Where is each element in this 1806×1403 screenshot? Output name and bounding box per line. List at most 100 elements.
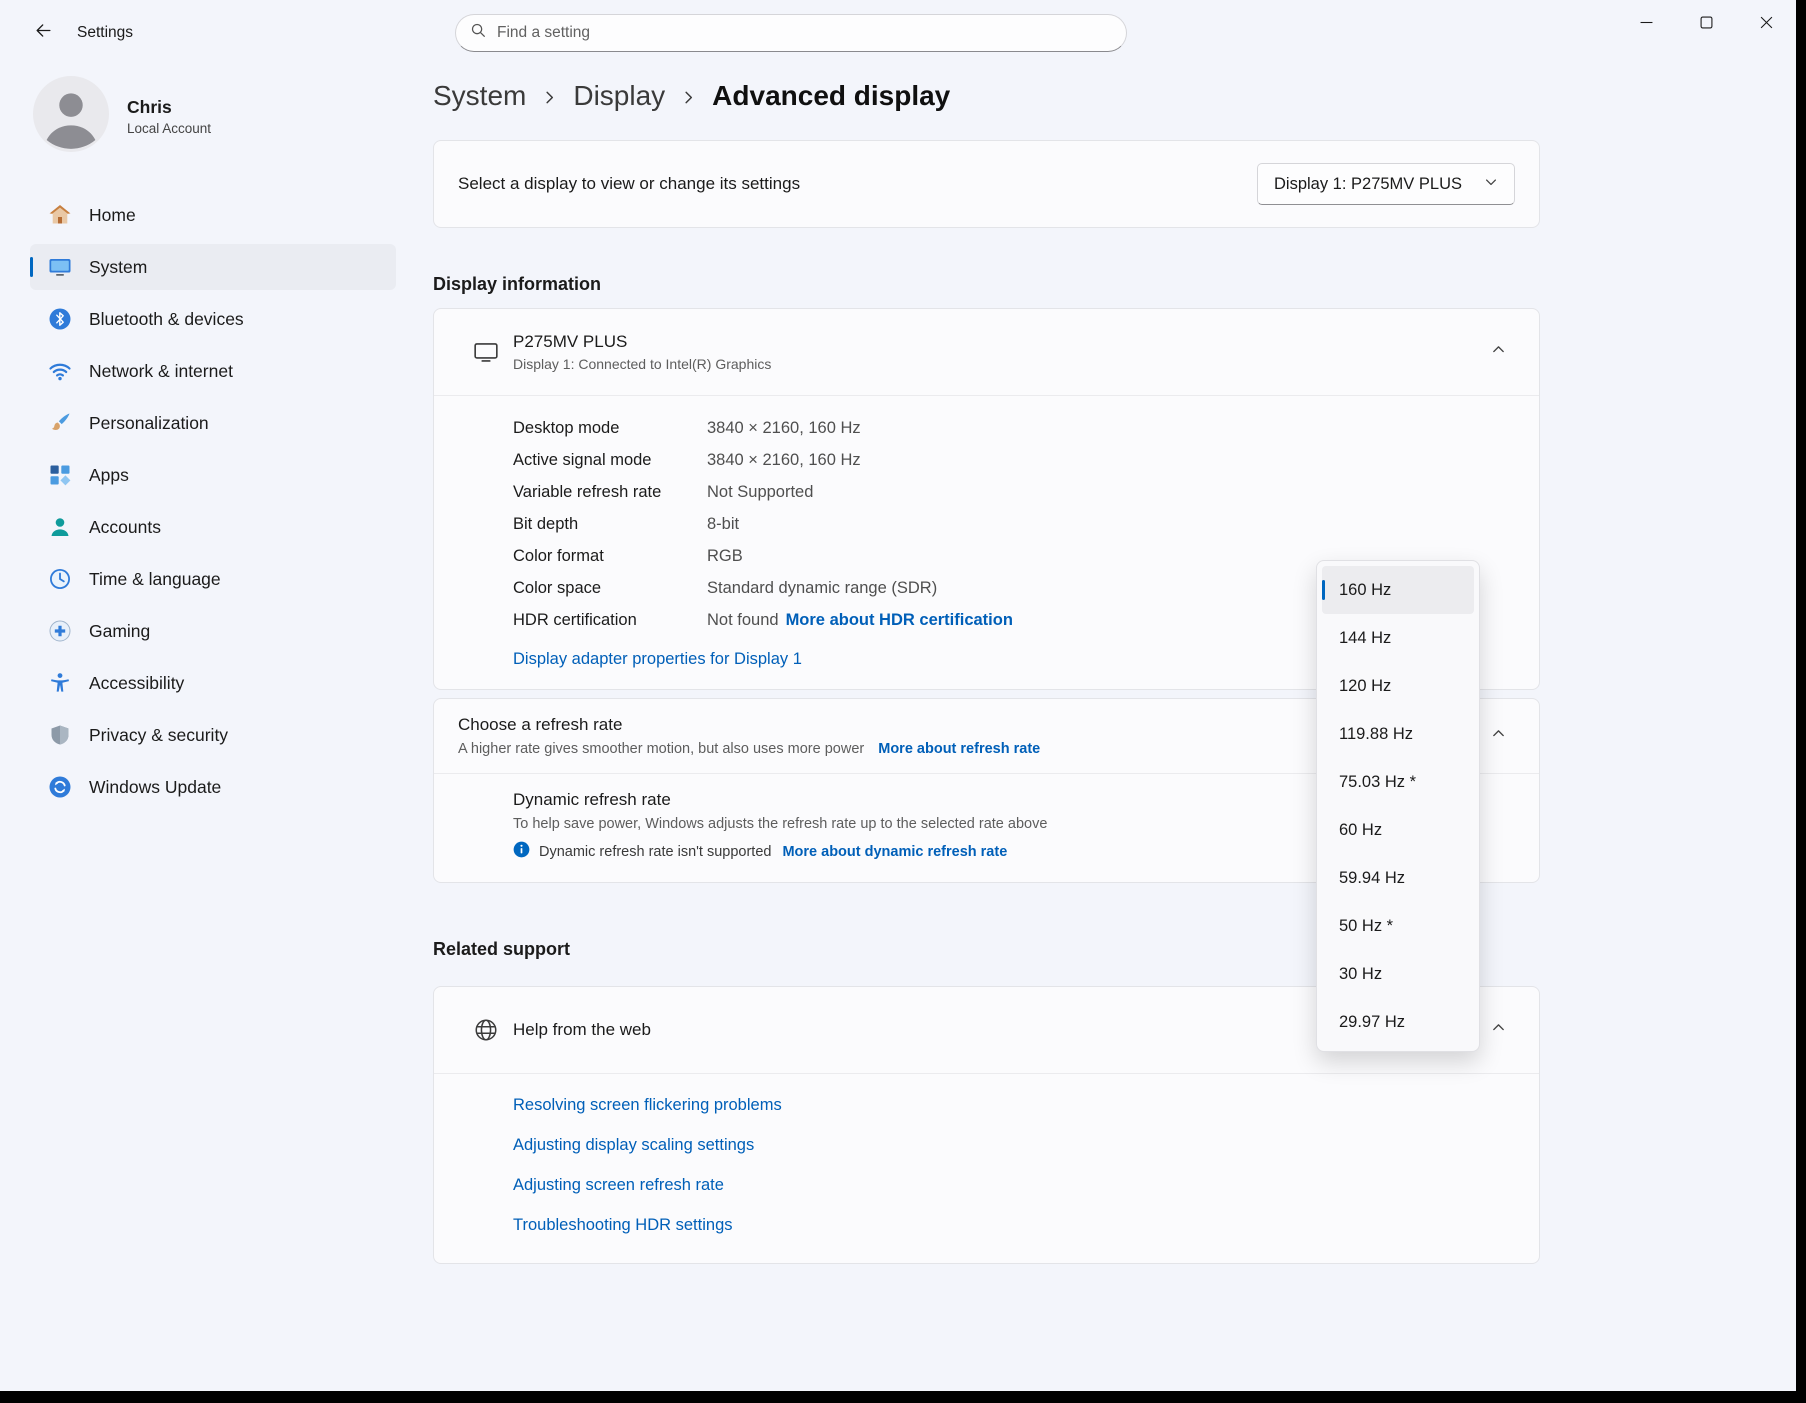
display-device-subtitle: Display 1: Connected to Intel(R) Graphic… (513, 356, 1481, 372)
breadcrumb: System Display Advanced display (433, 80, 1540, 112)
chevron-up-icon (1491, 726, 1506, 746)
display-info-header[interactable]: P275MV PLUS Display 1: Connected to Inte… (434, 309, 1539, 395)
sidebar-item-network[interactable]: Network & internet (30, 348, 396, 394)
sidebar-item-time-language[interactable]: Time & language (30, 556, 396, 602)
sidebar-item-label: Accounts (89, 517, 161, 538)
wifi-icon (48, 359, 72, 383)
flyout-option-29-97hz[interactable]: 29.97 Hz (1322, 998, 1474, 1046)
apps-icon (48, 463, 72, 487)
collapse-help-button[interactable] (1481, 1015, 1515, 1045)
display-information-heading: Display information (433, 274, 1540, 295)
sidebar-nav: Home System Bluetooth & devices Network … (30, 192, 396, 810)
sidebar-item-label: Privacy & security (89, 725, 228, 746)
sidebar-item-label: Windows Update (89, 777, 221, 798)
display-device-name: P275MV PLUS (513, 332, 1481, 352)
sidebar-item-windows-update[interactable]: Windows Update (30, 764, 396, 810)
monitor-icon (473, 339, 499, 365)
back-arrow-icon (34, 21, 53, 45)
chevron-right-icon (681, 90, 696, 105)
flyout-option-119-88hz[interactable]: 119.88 Hz (1322, 710, 1474, 758)
display-select-dropdown[interactable]: Display 1: P275MV PLUS (1257, 163, 1515, 205)
maximize-icon (1700, 16, 1713, 29)
sidebar-item-label: Personalization (89, 413, 209, 434)
sidebar-item-personalization[interactable]: Personalization (30, 400, 396, 446)
back-button[interactable] (26, 18, 60, 48)
brush-icon (48, 411, 72, 435)
refresh-rate-flyout: 160 Hz 144 Hz 120 Hz 119.88 Hz 75.03 Hz … (1316, 560, 1480, 1052)
info-row-bit-depth: Bit depth 8-bit (513, 508, 1515, 540)
user-account-type: Local Account (127, 121, 211, 136)
sidebar: Chris Local Account Home System Bluetoot… (0, 66, 400, 1391)
window-controls (1616, 0, 1796, 44)
search-icon (470, 22, 487, 44)
globe-icon (473, 1017, 499, 1043)
user-profile[interactable]: Chris Local Account (33, 76, 400, 156)
refresh-rate-subtitle: A higher rate gives smoother motion, but… (458, 741, 864, 757)
sidebar-item-accounts[interactable]: Accounts (30, 504, 396, 550)
minimize-button[interactable] (1616, 0, 1676, 44)
info-row-desktop-mode: Desktop mode 3840 × 2160, 160 Hz (513, 412, 1515, 444)
sidebar-item-label: Gaming (89, 621, 150, 642)
system-icon (48, 255, 72, 279)
bluetooth-icon (48, 307, 72, 331)
flyout-option-30hz[interactable]: 30 Hz (1322, 950, 1474, 998)
sidebar-item-bluetooth[interactable]: Bluetooth & devices (30, 296, 396, 342)
flyout-option-60hz[interactable]: 60 Hz (1322, 806, 1474, 854)
sidebar-item-apps[interactable]: Apps (30, 452, 396, 498)
info-row-active-signal-mode: Active signal mode 3840 × 2160, 160 Hz (513, 444, 1515, 476)
close-button[interactable] (1736, 0, 1796, 44)
sidebar-item-label: System (89, 257, 147, 278)
search-box[interactable] (455, 14, 1127, 52)
more-about-refresh-rate-link[interactable]: More about refresh rate (878, 741, 1040, 757)
sidebar-item-home[interactable]: Home (30, 192, 396, 238)
breadcrumb-system[interactable]: System (433, 80, 526, 112)
collapse-display-info-button[interactable] (1481, 337, 1515, 367)
sidebar-item-gaming[interactable]: Gaming (30, 608, 396, 654)
chevron-right-icon (542, 90, 557, 105)
clock-icon (48, 567, 72, 591)
help-links: Resolving screen flickering problems Adj… (434, 1074, 1539, 1263)
collapse-refresh-rate-button[interactable] (1481, 721, 1515, 751)
select-display-card: Select a display to view or change its s… (433, 140, 1540, 228)
display-select-value: Display 1: P275MV PLUS (1274, 175, 1462, 194)
hdr-certification-link[interactable]: More about HDR certification (786, 611, 1013, 630)
flyout-option-144hz[interactable]: 144 Hz (1322, 614, 1474, 662)
sidebar-item-system[interactable]: System (30, 244, 396, 290)
more-about-dynamic-refresh-rate-link[interactable]: More about dynamic refresh rate (782, 844, 1007, 860)
flyout-option-160hz[interactable]: 160 Hz (1322, 566, 1474, 614)
sidebar-item-label: Home (89, 205, 136, 226)
help-link-scaling[interactable]: Adjusting display scaling settings (513, 1136, 1515, 1155)
minimize-icon (1640, 16, 1653, 29)
chevron-up-icon (1491, 342, 1506, 362)
sidebar-item-label: Bluetooth & devices (89, 309, 244, 330)
sidebar-item-label: Apps (89, 465, 129, 486)
help-link-hdr[interactable]: Troubleshooting HDR settings (513, 1216, 1515, 1235)
avatar (33, 76, 109, 157)
person-icon (48, 515, 72, 539)
update-icon (48, 775, 72, 799)
dynamic-refresh-rate-status: Dynamic refresh rate isn't supported (539, 844, 771, 860)
sidebar-item-label: Time & language (89, 569, 221, 590)
help-link-refresh-rate[interactable]: Adjusting screen refresh rate (513, 1176, 1515, 1195)
page-title: Advanced display (712, 80, 950, 112)
chevron-up-icon (1491, 1020, 1506, 1040)
user-name: Chris (127, 97, 211, 118)
sidebar-item-accessibility[interactable]: Accessibility (30, 660, 396, 706)
flyout-option-120hz[interactable]: 120 Hz (1322, 662, 1474, 710)
info-icon (513, 841, 530, 862)
flyout-option-75-03hz[interactable]: 75.03 Hz * (1322, 758, 1474, 806)
flyout-option-50hz[interactable]: 50 Hz * (1322, 902, 1474, 950)
sidebar-item-label: Accessibility (89, 673, 184, 694)
maximize-button[interactable] (1676, 0, 1736, 44)
info-row-variable-refresh-rate: Variable refresh rate Not Supported (513, 476, 1515, 508)
app-title: Settings (77, 24, 133, 42)
gamepad-icon (48, 619, 72, 643)
search-input[interactable] (497, 24, 1112, 42)
settings-window: Settings Chris Local (0, 0, 1796, 1391)
flyout-option-59-94hz[interactable]: 59.94 Hz (1322, 854, 1474, 902)
breadcrumb-display[interactable]: Display (573, 80, 665, 112)
home-icon (48, 203, 72, 227)
accessibility-icon (48, 671, 72, 695)
help-link-flickering[interactable]: Resolving screen flickering problems (513, 1096, 1515, 1115)
sidebar-item-privacy[interactable]: Privacy & security (30, 712, 396, 758)
